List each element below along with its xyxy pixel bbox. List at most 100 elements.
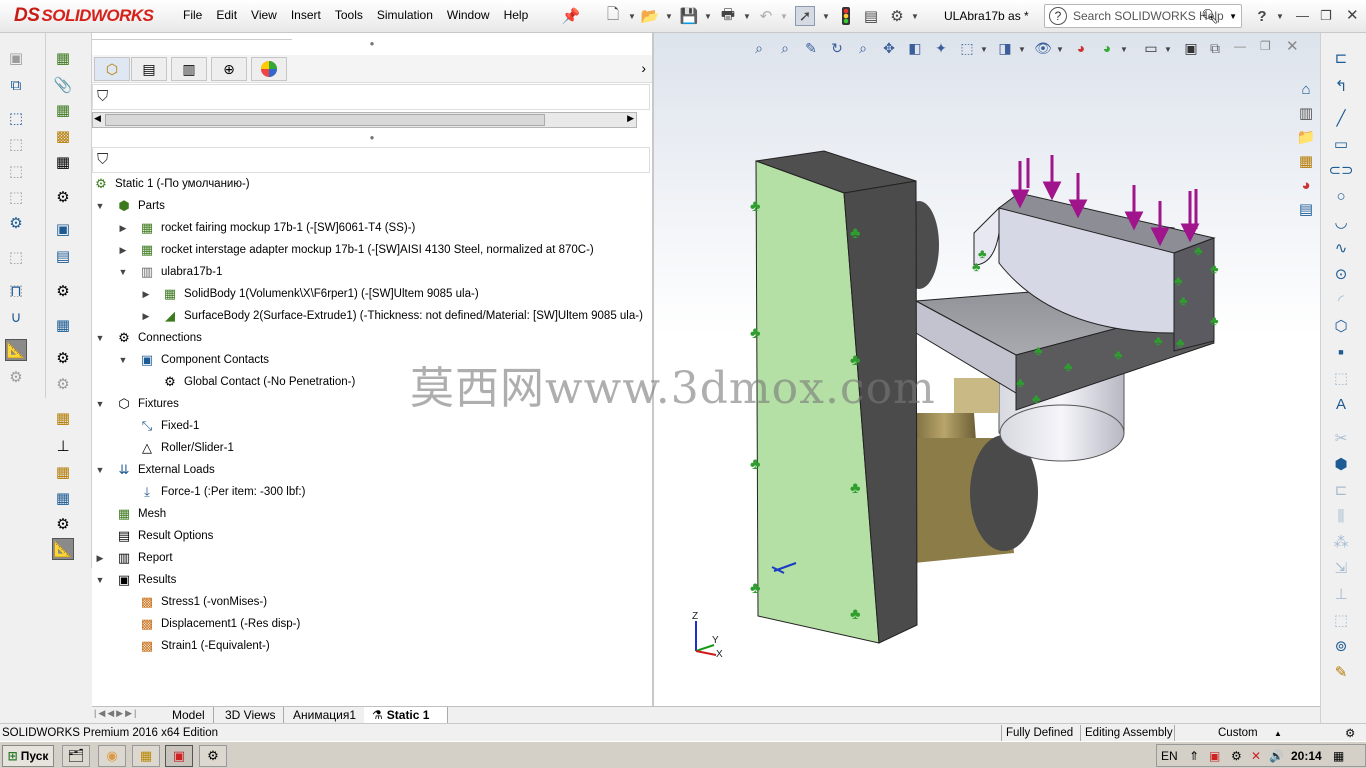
tab-3d-views[interactable]: 3D Views xyxy=(217,707,285,723)
results-advisor-icon[interactable]: ▦ xyxy=(52,151,74,173)
splitter-dot-icon[interactable]: ● xyxy=(92,39,652,49)
new-motion-study-icon[interactable]: ⊓ xyxy=(5,280,27,302)
tree-node-stress[interactable]: ▩ Stress1 (-vonMises-) xyxy=(138,592,267,612)
chevron-down-icon[interactable]: ▼ xyxy=(911,12,919,21)
deformed-result-icon[interactable]: ⚙ xyxy=(52,186,74,208)
spline-icon[interactable]: ∿ xyxy=(1330,237,1352,259)
offset-icon[interactable]: ⊏ xyxy=(1330,479,1352,501)
show-hidden-icon[interactable]: ⚙ xyxy=(5,212,27,234)
tree-node-report[interactable]: ▶ ▥ Report xyxy=(94,548,173,568)
custom-properties-icon[interactable]: ▤ xyxy=(1295,198,1317,220)
fillet-icon[interactable]: ◜ xyxy=(1330,289,1352,311)
configuration-manager-tab[interactable]: ▥ xyxy=(171,57,207,81)
network-icon[interactable]: ✕ xyxy=(1251,749,1261,763)
tree-node-component-contacts[interactable]: ▼ ▣ Component Contacts xyxy=(117,350,270,370)
print-icon[interactable]: 🖶 xyxy=(718,6,738,26)
tree-node-part[interactable]: ▶ ▦ rocket interstage adapter mockup 17b… xyxy=(117,240,594,260)
save-icon[interactable]: 💾 xyxy=(679,6,699,26)
collapse-icon[interactable]: ▼ xyxy=(94,575,106,585)
tab-animation[interactable]: Анимация1 xyxy=(285,707,366,723)
paperclip-icon[interactable]: 📎 xyxy=(52,74,74,96)
tree-node-mesh[interactable]: ▦ Mesh xyxy=(115,504,166,524)
chevron-down-icon[interactable]: ▼ xyxy=(1229,12,1237,21)
customize-icon[interactable]: ⚙ xyxy=(1345,725,1355,741)
expand-icon[interactable]: ▶ xyxy=(140,289,152,300)
expand-icon[interactable]: ▶ xyxy=(94,553,106,564)
manage-network-icon[interactable]: ⚙ xyxy=(52,373,74,395)
chevron-down-icon[interactable]: ▼ xyxy=(628,12,636,21)
slot-icon[interactable]: ⊂⊃ xyxy=(1328,159,1353,181)
appearances-icon[interactable]: ◕ xyxy=(1295,174,1317,196)
mirror-icon[interactable]: ⫼ xyxy=(1330,505,1352,527)
menu-insert[interactable]: Insert xyxy=(284,8,328,22)
rebuild-traffic-light-icon[interactable] xyxy=(836,6,856,26)
tree-node-result-options[interactable]: ▤ Result Options xyxy=(115,526,214,546)
tree-node-body[interactable]: ▶ ◢ SurfaceBody 2(Surface-Extrude1) (-Th… xyxy=(140,306,643,326)
chevron-down-icon[interactable]: ▼ xyxy=(743,12,751,21)
design-insight-icon[interactable]: ▤ xyxy=(52,245,74,267)
tree-node-displacement[interactable]: ▩ Displacement1 (-Res disp-) xyxy=(138,614,300,634)
chevron-down-icon[interactable]: ▼ xyxy=(665,12,673,21)
trim-icon[interactable]: ✂ xyxy=(1330,427,1352,449)
mesh-icon[interactable]: ⚙ xyxy=(52,513,74,535)
chevron-right-icon[interactable]: › xyxy=(641,60,646,76)
tree-node-strain[interactable]: ▩ Strain1 (-Equivalent-) xyxy=(138,636,270,656)
chevron-up-icon[interactable]: ▲ xyxy=(1274,725,1282,741)
rapid-sketch-icon[interactable]: ✎ xyxy=(1330,661,1352,683)
close-icon[interactable]: ✕ xyxy=(1346,6,1359,24)
collapse-icon[interactable]: ▼ xyxy=(94,201,106,211)
tab-scroll-arrows-icon[interactable]: |◀◀▶▶| xyxy=(94,708,138,719)
options-gear-icon[interactable]: ⚙ xyxy=(887,6,907,26)
tree-node-global-contact[interactable]: ⚙ Global Contact (-No Penetration-) xyxy=(161,372,355,392)
search-icon[interactable]: 🔍︎ xyxy=(1201,8,1219,25)
fixtures-advisor-icon[interactable]: ▦ xyxy=(52,407,74,429)
show-desktop-icon[interactable]: ▦ xyxy=(1333,749,1344,763)
instant3d-icon[interactable]: ⚙ xyxy=(5,366,27,388)
compare-results-icon[interactable]: ▣ xyxy=(52,218,74,240)
collapse-icon[interactable]: ▼ xyxy=(94,465,106,475)
simulation-tools-icon[interactable]: 📐 xyxy=(52,538,74,560)
filter-funnel-icon[interactable]: ⛉ xyxy=(97,151,108,168)
help-menu-icon[interactable]: ? xyxy=(1252,6,1272,26)
shell-manager-icon[interactable]: ▦ xyxy=(52,487,74,509)
new-document-icon[interactable]: 🗋 xyxy=(603,6,623,26)
include-image-icon[interactable]: ⚙ xyxy=(52,347,74,369)
move-component-icon[interactable]: ⬚ xyxy=(5,186,27,208)
tree-node-fixed[interactable]: ⤡ Fixed-1 xyxy=(138,416,200,436)
volume-icon[interactable]: 🔊 xyxy=(1269,749,1284,763)
explorer-task-icon[interactable]: 🗂 xyxy=(62,745,90,767)
study-icon[interactable]: ▦ xyxy=(52,47,74,69)
tray-app-icon[interactable]: ▣ xyxy=(1209,749,1220,763)
tree-node-force[interactable]: ⤓ Force-1 (:Per item: -300 lbf:) xyxy=(138,482,305,502)
scroll-right-icon[interactable]: ▶ xyxy=(627,113,634,124)
view-palette-icon[interactable]: ▦ xyxy=(1295,150,1317,172)
tree-node-external-loads[interactable]: ▼ ⇊ External Loads xyxy=(94,460,215,480)
tree-node-part[interactable]: ▼ ▥ ulabra17b-1 xyxy=(117,262,223,282)
filter-funnel-icon[interactable]: ⛉ xyxy=(97,88,108,105)
simulation-active-icon[interactable]: 📐 xyxy=(5,339,27,361)
tree-node-parts[interactable]: ▼ ⬢ Parts xyxy=(94,196,165,216)
undo-icon[interactable]: ↶ xyxy=(756,6,776,26)
assembly-icon[interactable]: ▣ xyxy=(5,47,27,69)
file-properties-icon[interactable]: ▤ xyxy=(861,6,881,26)
collapse-icon[interactable]: ▼ xyxy=(117,267,129,277)
insert-component-icon[interactable]: ⧉ xyxy=(5,74,27,96)
expand-icon[interactable]: ▶ xyxy=(117,245,129,256)
tree-node-body[interactable]: ▶ ▦ SolidBody 1(Volumenk\X\F6rper1) (-[S… xyxy=(140,284,479,304)
smart-dimension-icon[interactable]: ↰ xyxy=(1330,75,1352,97)
menu-file[interactable]: File xyxy=(176,8,209,22)
linear-pattern-icon[interactable]: ⬚ xyxy=(5,133,27,155)
point-icon[interactable]: ■ xyxy=(1330,341,1352,363)
file-explorer-icon[interactable]: 📁 xyxy=(1295,126,1317,148)
menu-view[interactable]: View xyxy=(244,8,284,22)
line-icon[interactable]: ╱ xyxy=(1330,107,1352,129)
display-manager-tab[interactable] xyxy=(251,57,287,81)
run-study-icon[interactable]: ▩ xyxy=(52,125,74,147)
restore-icon[interactable]: ❐ xyxy=(1320,8,1332,24)
repair-sketch-icon[interactable]: ⬚ xyxy=(1330,609,1352,631)
tree-node-part[interactable]: ▶ ▦ rocket fairing mockup 17b-1 (-[SW]60… xyxy=(117,218,416,238)
arc-icon[interactable]: ◡ xyxy=(1330,211,1352,233)
smart-fasteners-icon[interactable]: ⬚ xyxy=(5,160,27,182)
text-icon[interactable]: A xyxy=(1330,393,1352,415)
solidworks-logo[interactable]: DS SOLIDWORKS xyxy=(14,4,154,28)
